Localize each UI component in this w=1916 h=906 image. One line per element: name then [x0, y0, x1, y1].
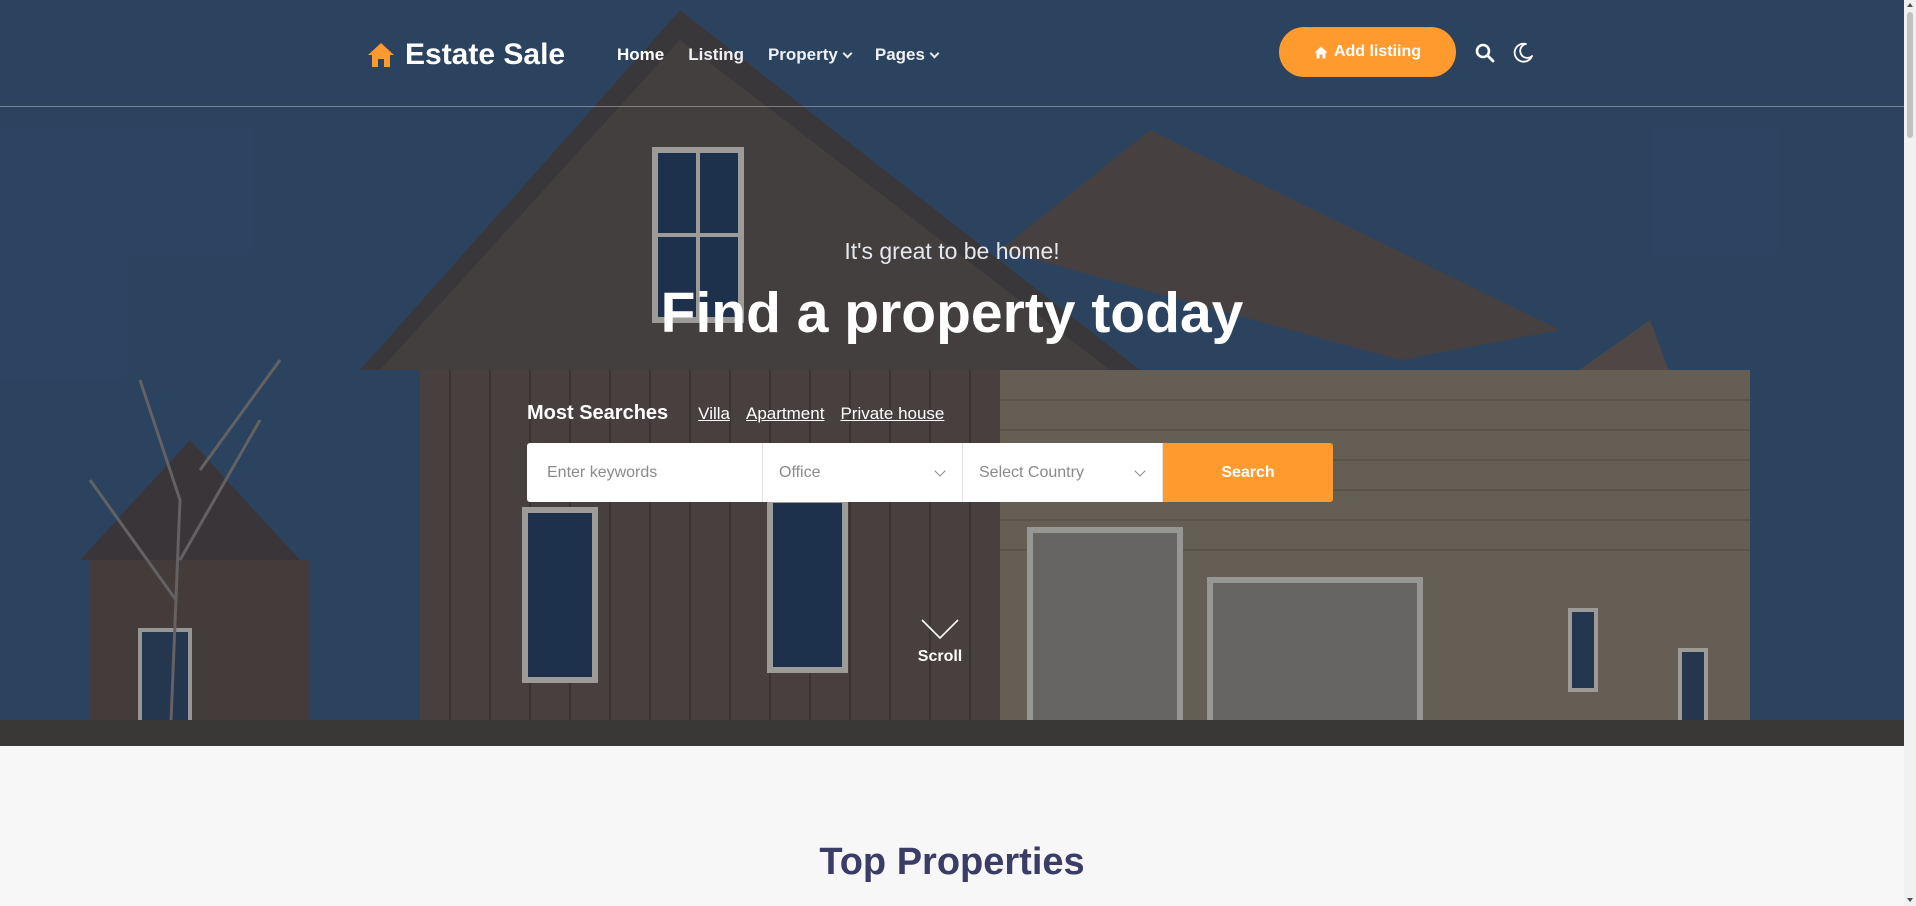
property-type-select[interactable]: Office	[763, 443, 963, 502]
scroll-thumb[interactable]	[1907, 12, 1913, 138]
scroll-label: Scroll	[917, 648, 963, 665]
main-nav: Home Listing Property Pages	[617, 45, 940, 65]
home-icon	[1314, 46, 1328, 58]
keywords-input[interactable]: Enter keywords	[527, 443, 763, 502]
page-scrollbar[interactable]	[1904, 0, 1916, 906]
nav-home[interactable]: Home	[617, 45, 664, 65]
add-listing-label: Add listiing	[1333, 43, 1422, 60]
home-icon	[368, 43, 394, 67]
property-type-value: Office	[779, 463, 821, 481]
nav-property-label: Property	[767, 45, 838, 64]
country-select[interactable]: Select Country	[963, 443, 1163, 502]
hero-tagline: It's great to be home!	[844, 238, 1060, 264]
chevron-down-icon	[921, 619, 959, 640]
logo-text: Estate Sale	[405, 38, 566, 71]
search-button-label: Search	[1221, 463, 1275, 481]
chevron-down-icon	[1134, 465, 1146, 477]
country-value: Select Country	[979, 463, 1084, 481]
chevron-down-icon	[934, 465, 946, 477]
keywords-placeholder: Enter keywords	[547, 463, 658, 481]
add-listing-button[interactable]: Add listiing	[1279, 27, 1456, 77]
property-search-bar: Enter keywords Office Select Country Sea…	[527, 443, 1333, 502]
chevron-down-icon	[929, 48, 940, 58]
most-searches: Most Searches Villa Apartment Private ho…	[527, 402, 944, 425]
search-icon[interactable]	[1473, 41, 1497, 65]
most-searches-label: Most Searches	[527, 402, 669, 424]
most-search-link-apartment[interactable]: Apartment	[746, 404, 824, 424]
search-button[interactable]: Search	[1163, 443, 1333, 502]
scroll-down-arrow[interactable]	[1907, 898, 1913, 902]
nav-pages[interactable]: Pages	[874, 45, 940, 65]
section-title: Top Properties	[819, 841, 1085, 883]
scroll-up-arrow[interactable]	[1907, 3, 1913, 7]
scroll-indicator[interactable]: Scroll	[900, 618, 980, 666]
most-search-link-private-house[interactable]: Private house	[840, 404, 944, 424]
moon-icon[interactable]	[1511, 41, 1535, 65]
nav-pages-label: Pages	[874, 45, 925, 64]
chevron-down-icon	[842, 48, 853, 58]
site-header: Estate Sale Home Listing Property Pages …	[0, 0, 1904, 107]
nav-listing[interactable]: Listing	[688, 45, 744, 65]
logo[interactable]: Estate Sale	[367, 38, 565, 72]
nav-property[interactable]: Property	[767, 45, 853, 65]
nav-listing-label: Listing	[688, 45, 744, 64]
most-search-link-villa[interactable]: Villa	[698, 404, 730, 424]
hero-headline: Find a property today	[660, 281, 1244, 345]
nav-home-label: Home	[617, 45, 665, 64]
